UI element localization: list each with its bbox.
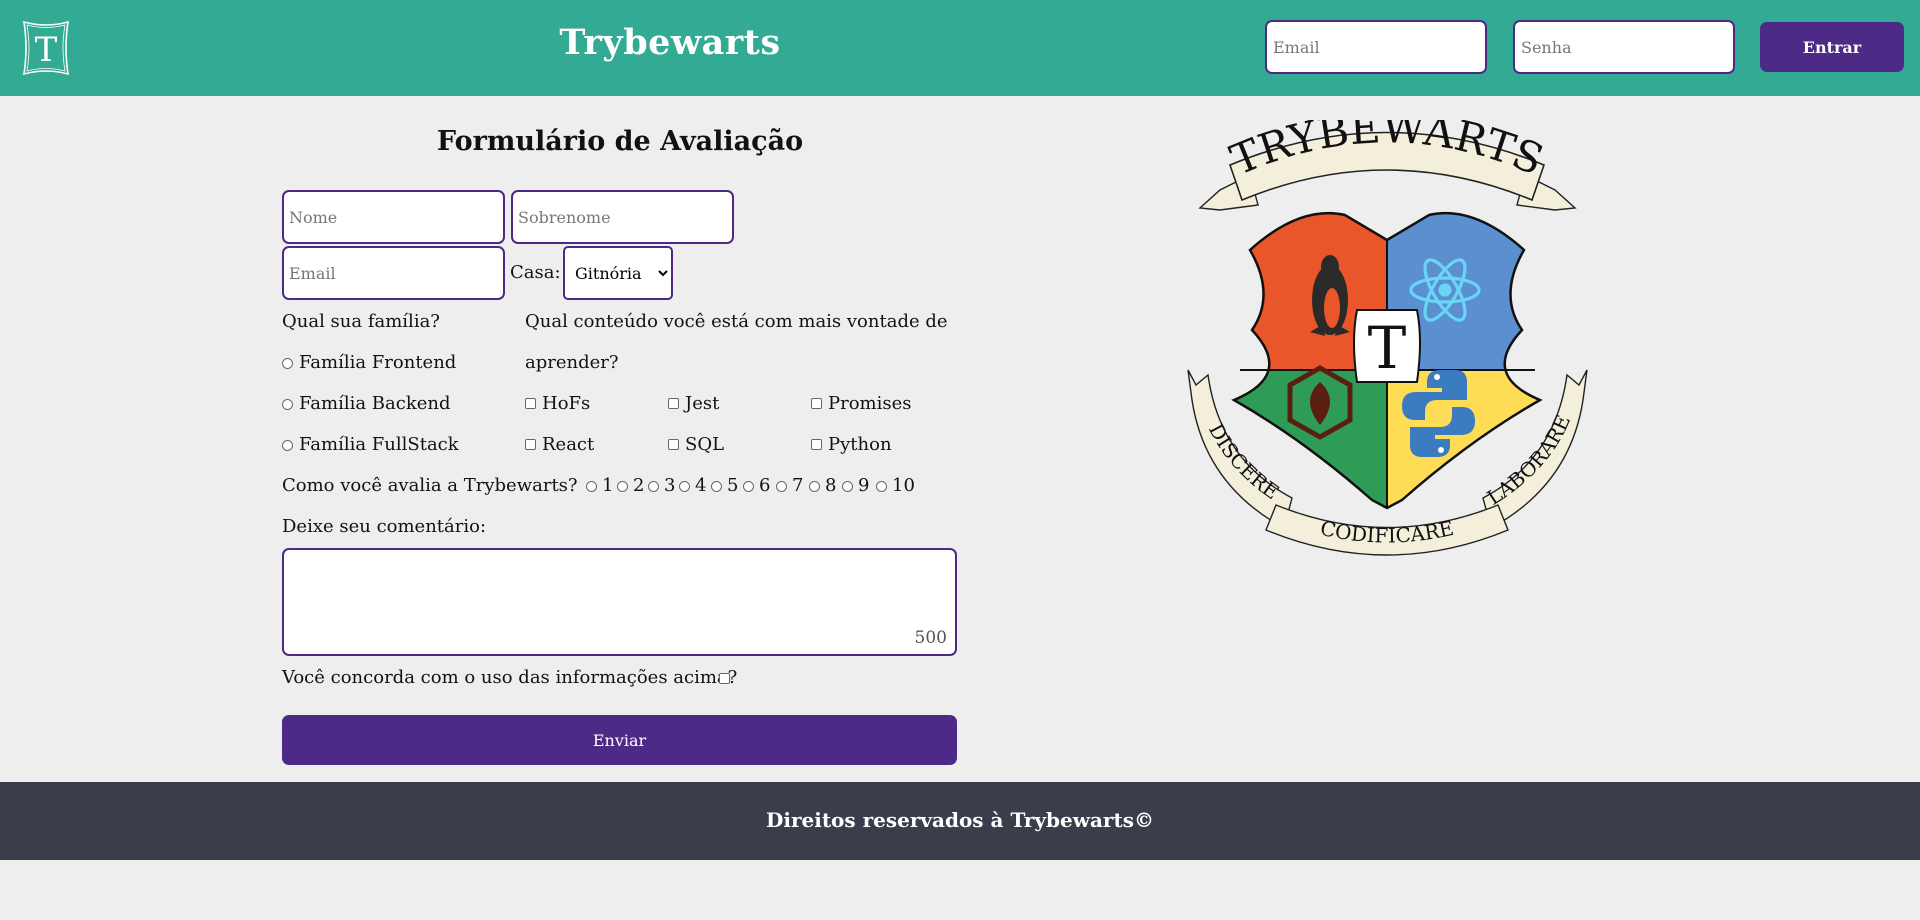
subject-label-sql: SQL: [685, 434, 725, 455]
subject-label-react: React: [542, 434, 595, 455]
subject-checkbox-hofs[interactable]: [525, 398, 536, 409]
rating-label: 9: [858, 475, 870, 496]
content-question-line2: aprender?: [525, 352, 619, 373]
site-title: Trybewarts: [559, 22, 781, 63]
family-question: Qual sua família?: [282, 311, 440, 332]
rating-label: 5: [727, 475, 739, 496]
agreement-checkbox[interactable]: [719, 673, 730, 684]
logo-letter: T: [35, 30, 58, 70]
subject-label-promises: Promises: [828, 393, 912, 414]
trybewarts-crest: TRYBEWARTS T DISCERE CODIFICARE LABORARE: [1180, 103, 1595, 575]
subject-label-jest: Jest: [685, 393, 720, 414]
form-title: Formulário de Avaliação: [436, 126, 804, 157]
rating-label: 1: [602, 475, 614, 496]
subject-label-python: Python: [828, 434, 892, 455]
house-select[interactable]: Gitnória: [563, 246, 673, 300]
rating-label: 3: [664, 475, 676, 496]
email-input[interactable]: [282, 246, 505, 300]
subject-checkbox-jest[interactable]: [668, 398, 679, 409]
family-radio-fullstack[interactable]: [282, 440, 293, 451]
name-input[interactable]: [282, 190, 505, 244]
rating-label: 4: [695, 475, 707, 496]
rating-radio[interactable]: [809, 481, 820, 492]
header: T Trybewarts Entrar: [0, 0, 1920, 96]
rating-radio[interactable]: [743, 481, 754, 492]
rating-label: 8: [825, 475, 837, 496]
subject-checkbox-react[interactable]: [525, 439, 536, 450]
rating-radio[interactable]: [648, 481, 659, 492]
comment-textarea[interactable]: 500: [282, 548, 957, 656]
rating-radio[interactable]: [679, 481, 690, 492]
rating-label: 6: [759, 475, 771, 496]
house-label: Casa:: [510, 262, 561, 283]
rating-radio[interactable]: [876, 481, 887, 492]
login-button[interactable]: Entrar: [1760, 22, 1904, 72]
subject-checkbox-sql[interactable]: [668, 439, 679, 450]
rate-question: Como você avalia a Trybewarts?: [282, 475, 578, 496]
lastname-input[interactable]: [511, 190, 734, 244]
subject-label-hofs: HoFs: [542, 393, 591, 414]
submit-button[interactable]: Enviar: [282, 715, 957, 765]
family-radio-backend[interactable]: [282, 399, 293, 410]
rating-label: 7: [792, 475, 804, 496]
family-label-frontend: Família Frontend: [299, 352, 457, 373]
subject-checkbox-promises[interactable]: [811, 398, 822, 409]
content-question-line1: Qual conteúdo você está com mais vontade…: [525, 311, 948, 332]
comment-label: Deixe seu comentário:: [282, 516, 487, 537]
login-email-input[interactable]: [1265, 20, 1487, 74]
rating-label: 10: [892, 475, 915, 496]
trybewarts-logo: T: [18, 18, 74, 78]
rating-radio[interactable]: [617, 481, 628, 492]
rating-radio[interactable]: [586, 481, 597, 492]
rating-label: 2: [633, 475, 645, 496]
rating-radio[interactable]: [776, 481, 787, 492]
login-password-input[interactable]: [1513, 20, 1735, 74]
footer-copyright: Direitos reservados à Trybewarts©: [766, 808, 1154, 832]
rating-radio[interactable]: [842, 481, 853, 492]
family-radio-frontend[interactable]: [282, 358, 293, 369]
footer: Direitos reservados à Trybewarts©: [0, 782, 1920, 860]
subject-checkbox-python[interactable]: [811, 439, 822, 450]
crest-motto-center: CODIFICARE: [1318, 516, 1456, 548]
family-label-backend: Família Backend: [299, 393, 451, 414]
agreement-label: Você concorda com o uso das informações …: [282, 667, 738, 688]
rating-radio[interactable]: [711, 481, 722, 492]
comment-char-counter: 500: [914, 628, 947, 648]
family-label-fullstack: Família FullStack: [299, 434, 459, 455]
crest-center-letter: T: [1368, 314, 1407, 382]
